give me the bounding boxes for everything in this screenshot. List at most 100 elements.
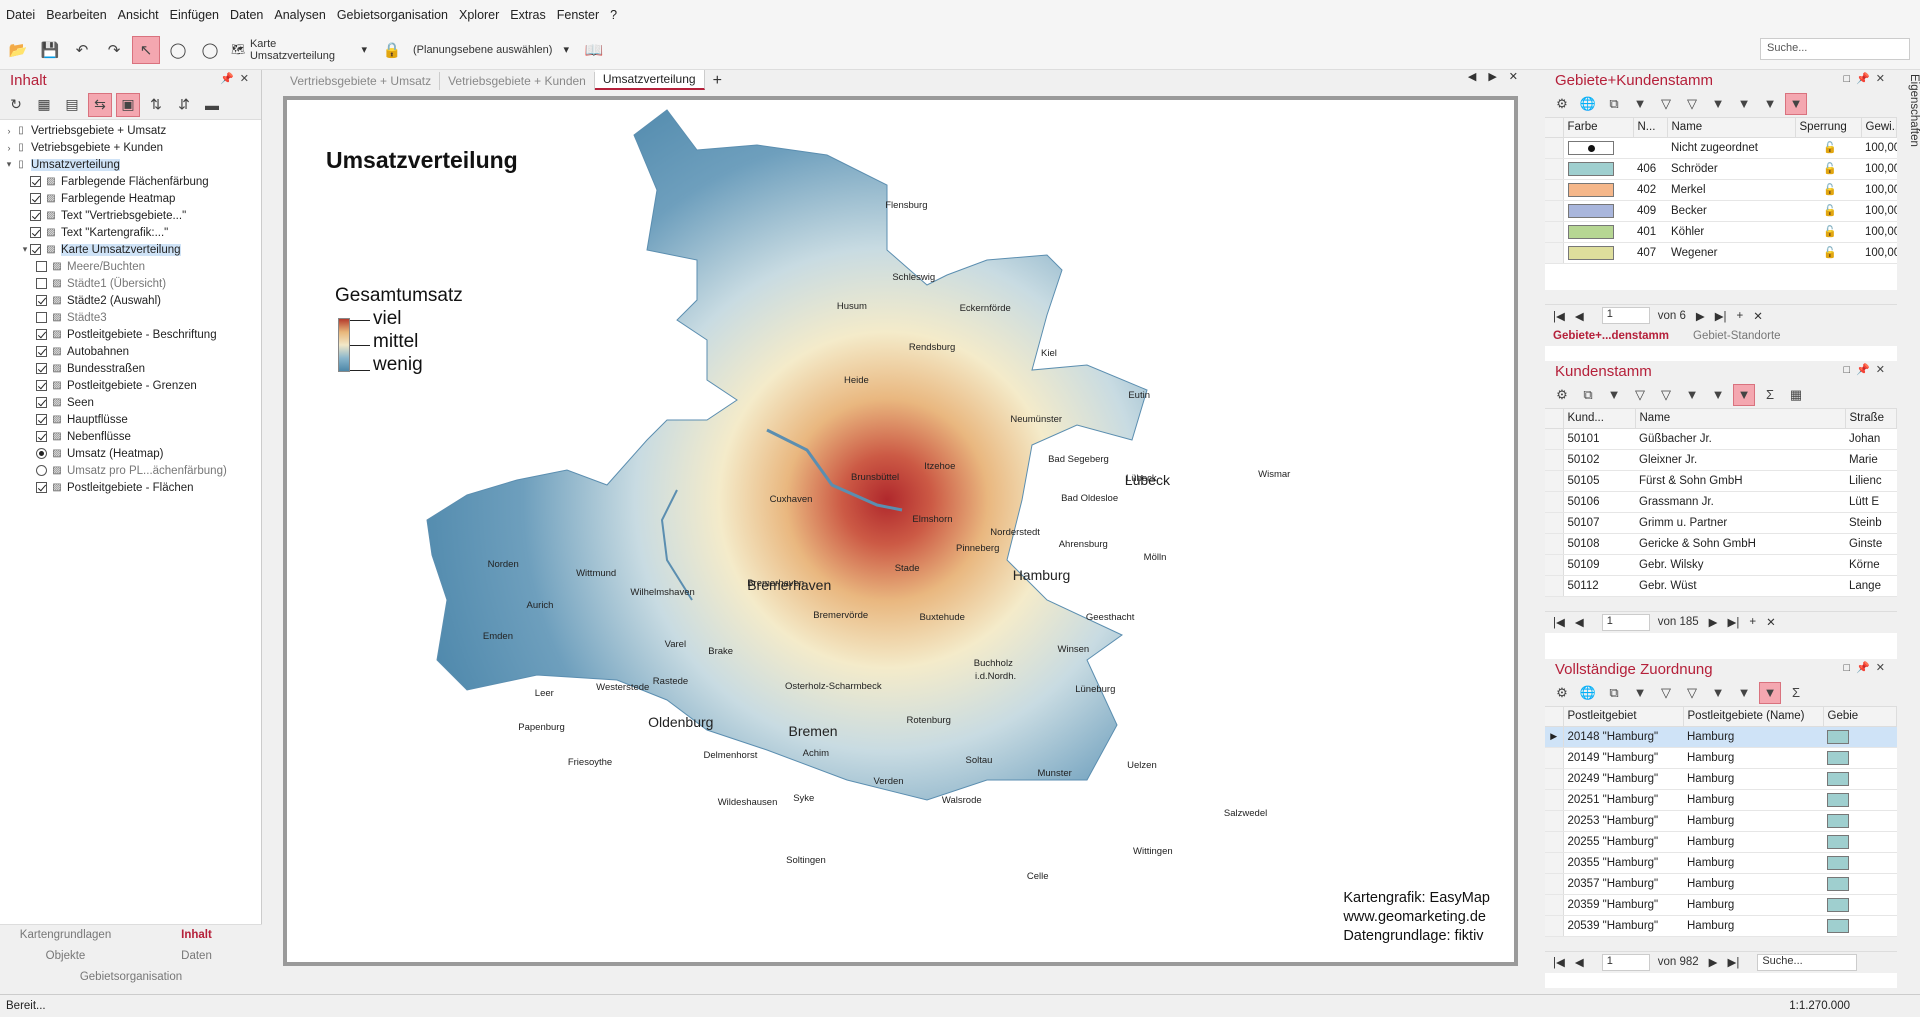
row-header[interactable]	[1545, 449, 1564, 471]
table-row[interactable]: ▶ 20148 "Hamburg" Hamburg	[1545, 726, 1897, 748]
filter-clear-icon[interactable]: ▽	[1681, 682, 1703, 704]
undo-icon[interactable]: ↶	[68, 36, 96, 64]
sort-up-icon[interactable]: ⇅	[144, 93, 168, 117]
tree-item[interactable]: ▨ Städte2 (Auswahl)	[0, 292, 261, 309]
row-header[interactable]	[1545, 894, 1564, 916]
checkbox[interactable]	[36, 295, 47, 306]
checkbox[interactable]	[36, 278, 47, 289]
checkbox[interactable]	[36, 414, 47, 425]
link-icon[interactable]: ⇆	[88, 92, 112, 117]
copy-icon[interactable]: ⧉	[1603, 682, 1625, 704]
tree-item[interactable]: › ▯ Vetriebsgebiete + Kunden	[0, 139, 261, 156]
filter-active-icon[interactable]: ▼	[1785, 92, 1807, 115]
next-page-icon[interactable]: ▶	[1709, 955, 1718, 969]
next-page-icon[interactable]: ▶	[1696, 309, 1705, 323]
row-header[interactable]	[1545, 575, 1564, 597]
column-header[interactable]: Gebie	[1823, 707, 1897, 727]
table-row[interactable]: 20251 "Hamburg" Hamburg	[1545, 789, 1897, 811]
tab-gebietsorganisation[interactable]: Gebietsorganisation	[0, 967, 262, 988]
tree-item[interactable]: ▨ Hauptflüsse	[0, 411, 261, 428]
tab-vertriebsgebiete-kunden[interactable]: Vetriebsgebiete + Kunden	[440, 72, 595, 90]
gear-icon[interactable]: ⚙	[1551, 682, 1573, 704]
lock-icon[interactable]: 🔒	[378, 36, 406, 64]
column-header[interactable]: Sperrung	[1795, 118, 1862, 138]
tab-nav-icons[interactable]: ◀▶✕	[1468, 70, 1530, 83]
page-input[interactable]: 1	[1601, 307, 1650, 324]
tab-daten[interactable]: Daten	[131, 946, 262, 967]
row-header[interactable]	[1545, 810, 1564, 832]
table-row[interactable]: 50107 Grimm u. Partner Steinb	[1545, 512, 1897, 534]
filter-area-icon[interactable]: ▼	[1681, 384, 1703, 406]
radio-button[interactable]	[36, 448, 47, 459]
page-input[interactable]: 1	[1601, 613, 1650, 631]
row-header[interactable]	[1545, 831, 1564, 853]
chart-icon[interactable]: ▦	[1785, 384, 1807, 406]
table-row[interactable]: 50106 Grassmann Jr. Lütt E	[1545, 491, 1897, 513]
column-header[interactable]: Name	[1667, 118, 1796, 138]
tree-item[interactable]: ▾ ▨ Karte Umsatzverteilung	[0, 241, 261, 258]
panel-window-icons[interactable]: □📌✕	[1843, 661, 1891, 674]
next-page-icon[interactable]: ▶	[1709, 615, 1718, 629]
expand-icon[interactable]: ›	[4, 143, 14, 153]
global-search-input[interactable]: Suche...	[1760, 38, 1910, 60]
table-row[interactable]: 20355 "Hamburg" Hamburg	[1545, 852, 1897, 874]
tree-item[interactable]: ▨ Meere/Buchten	[0, 258, 261, 275]
tree-item[interactable]: ▨ Seen	[0, 394, 261, 411]
checkbox[interactable]	[30, 244, 41, 255]
menu-item[interactable]: Gebietsorganisation	[337, 8, 448, 22]
grid-icon[interactable]: ▦	[32, 93, 56, 117]
layer-options-icon[interactable]: ▬	[200, 93, 224, 117]
table-row[interactable]: 50105 Fürst & Sohn GmbH Lilienc	[1545, 470, 1897, 492]
delete-row-icon[interactable]: ✕	[1753, 309, 1763, 323]
row-header[interactable]	[1545, 221, 1564, 243]
row-header[interactable]	[1545, 491, 1564, 513]
panel-window-icons[interactable]: □📌✕	[1843, 363, 1891, 376]
tree-item[interactable]: ▨ Postleitgebiete - Flächen	[0, 479, 261, 496]
prev-page-icon[interactable]: ◀	[1575, 309, 1584, 323]
lock-icon[interactable]: 🔓	[1795, 158, 1861, 180]
filter-layers-icon[interactable]: ▣	[116, 92, 140, 117]
tree-item[interactable]: ▨ Städte3	[0, 309, 261, 326]
column-header[interactable]: Name	[1635, 409, 1846, 429]
menu-item[interactable]: ?	[610, 8, 617, 22]
checkbox[interactable]	[36, 431, 47, 442]
tab-kartengrundlagen[interactable]: Kartengrundlagen	[0, 925, 131, 946]
prev-page-icon[interactable]: ◀	[1575, 955, 1584, 969]
row-header[interactable]	[1545, 512, 1564, 534]
refresh-icon[interactable]: ↻	[4, 93, 28, 117]
open-folder-icon[interactable]: 📂	[4, 36, 32, 64]
tree-item[interactable]: ▨ Postleitgebiete - Beschriftung	[0, 326, 261, 343]
tree-item[interactable]: ▨ Farblegende Heatmap	[0, 190, 261, 207]
filter-clear-icon[interactable]: ▽	[1655, 384, 1677, 406]
checkbox[interactable]	[36, 346, 47, 357]
copy-icon[interactable]: ⧉	[1603, 93, 1625, 115]
filter-options-icon[interactable]: ▼	[1759, 93, 1781, 115]
table-row[interactable]: 20249 "Hamburg" Hamburg	[1545, 768, 1897, 790]
table-row[interactable]: 20149 "Hamburg" Hamburg	[1545, 747, 1897, 769]
table-row[interactable]: 406Schröder🔓100,00	[1545, 158, 1897, 180]
checkbox[interactable]	[36, 312, 47, 323]
panel-window-icons[interactable]: □📌✕	[1843, 72, 1891, 85]
first-page-icon[interactable]: |◀	[1553, 955, 1565, 969]
menu-item[interactable]: Daten	[230, 8, 263, 22]
checkbox[interactable]	[30, 193, 41, 204]
delete-row-icon[interactable]: ✕	[1766, 615, 1776, 629]
table-row[interactable]: 50102 Gleixner Jr. Marie	[1545, 449, 1897, 471]
save-icon[interactable]: 💾	[36, 36, 64, 64]
copy-icon[interactable]: ⧉	[1577, 384, 1599, 406]
table-row[interactable]: 409Becker🔓100,00	[1545, 200, 1897, 222]
last-page-icon[interactable]: ▶|	[1715, 309, 1727, 323]
sort-down-icon[interactable]: ⇵	[172, 93, 196, 117]
tab-gebiet-standorte[interactable]: Gebiet-Standorte	[1693, 330, 1781, 342]
lock-icon[interactable]: 🔓	[1795, 200, 1861, 222]
row-header[interactable]	[1545, 179, 1564, 201]
filter-remove-icon[interactable]: ▽	[1655, 93, 1677, 115]
table-row[interactable]: 50112 Gebr. Wüst Lange	[1545, 575, 1897, 597]
menu-item[interactable]: Xplorer	[459, 8, 499, 22]
last-page-icon[interactable]: ▶|	[1728, 955, 1740, 969]
table-row[interactable]: 20253 "Hamburg" Hamburg	[1545, 810, 1897, 832]
filter-active-icon[interactable]: ▼	[1733, 383, 1755, 406]
zuordnung-hscroll[interactable]	[1545, 936, 1897, 951]
zuordnung-search-input[interactable]: Suche...	[1757, 953, 1858, 971]
tree-item[interactable]: ▨ Text "Vertriebsgebiete..."	[0, 207, 261, 224]
